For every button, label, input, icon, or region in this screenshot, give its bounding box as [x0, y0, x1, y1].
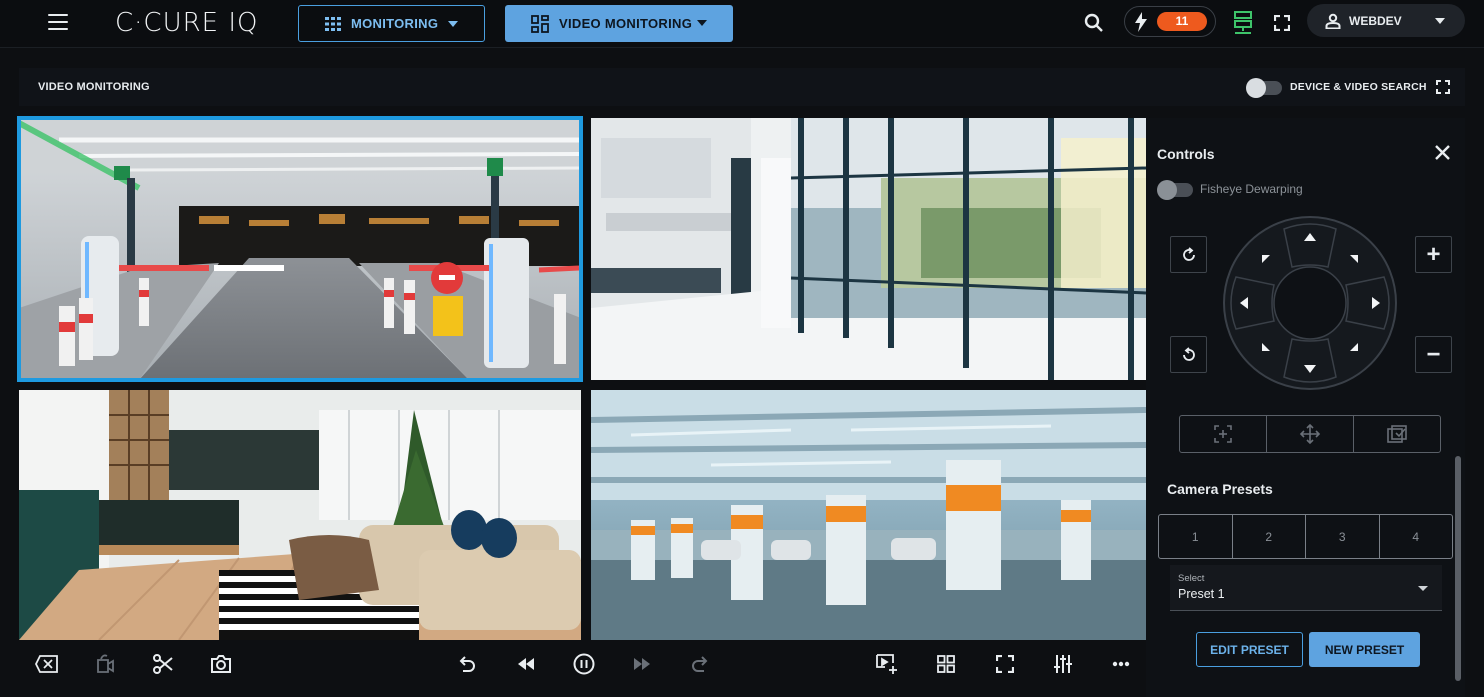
rotate-right-icon	[1182, 246, 1195, 261]
alerts-button[interactable]: 11	[1124, 6, 1216, 37]
preset-3-button[interactable]: 3	[1306, 515, 1380, 558]
move-icon	[1299, 423, 1321, 445]
expand-icon[interactable]	[1436, 80, 1450, 99]
menu-icon[interactable]	[48, 14, 68, 32]
chevron-down-icon	[448, 21, 458, 27]
controls-title: Controls	[1157, 146, 1215, 162]
fullscreen-icon[interactable]	[992, 652, 1018, 676]
move-button[interactable]	[1267, 416, 1354, 452]
playback-toolbar	[19, 643, 1146, 685]
video-tile-2[interactable]	[591, 118, 1146, 380]
top-bar: C·CURE IQ MONITORING VIDEO MONITORING 11…	[0, 0, 1484, 48]
preset-4-button[interactable]: 4	[1380, 515, 1453, 558]
set-home-icon	[1387, 425, 1407, 443]
rotate-left-icon	[1182, 346, 1195, 361]
search-icon[interactable]	[1084, 13, 1104, 38]
snapshot-icon[interactable]	[208, 652, 234, 676]
video-monitoring-label: VIDEO MONITORING	[559, 16, 693, 31]
edit-preset-button[interactable]: EDIT PRESET	[1196, 632, 1303, 667]
camera-presets-title: Camera Presets	[1167, 481, 1273, 497]
close-stream-icon[interactable]	[34, 652, 60, 676]
scissors-icon[interactable]	[150, 652, 176, 676]
add-view-icon[interactable]	[874, 652, 900, 676]
device-video-search-label: DEVICE & VIDEO SEARCH	[1290, 81, 1427, 93]
chevron-down-icon	[1418, 586, 1428, 591]
new-preset-button[interactable]: NEW PRESET	[1309, 632, 1420, 667]
preset-2-button[interactable]: 2	[1233, 515, 1306, 558]
rewind-icon[interactable]	[513, 652, 539, 676]
preset-select-value: Preset 1	[1178, 587, 1225, 601]
video-tile-1[interactable]	[17, 116, 583, 382]
zoom-out-button[interactable]: −	[1415, 336, 1452, 373]
scrollbar-thumb[interactable]	[1455, 456, 1461, 681]
lightning-icon	[1134, 12, 1148, 37]
preset-select-label: Select	[1178, 573, 1205, 584]
more-icon[interactable]	[1108, 652, 1134, 676]
video-monitoring-dropdown[interactable]: VIDEO MONITORING	[505, 5, 733, 42]
device-video-search-toggle[interactable]	[1246, 78, 1282, 98]
set-home-button[interactable]	[1354, 416, 1440, 452]
chevron-down-icon	[1435, 18, 1445, 24]
undo-icon[interactable]	[454, 652, 480, 676]
zoom-in-button[interactable]: +	[1415, 236, 1452, 273]
fullscreen-icon[interactable]	[1273, 14, 1291, 36]
ptz-mode-group	[1179, 415, 1441, 453]
grid-icon	[325, 16, 341, 31]
fast-forward-icon[interactable]	[629, 652, 655, 676]
page-header: VIDEO MONITORING DEVICE & VIDEO SEARCH	[19, 68, 1465, 106]
fisheye-dewarping-label: Fisheye Dewarping	[1200, 182, 1303, 196]
page-title: VIDEO MONITORING	[38, 81, 150, 93]
user-menu[interactable]: WEBDEV	[1307, 4, 1465, 37]
user-icon	[1325, 13, 1341, 29]
area-zoom-icon	[1214, 425, 1232, 443]
server-status-icon[interactable]	[1233, 11, 1253, 40]
plus-icon: +	[1426, 240, 1441, 268]
grid-layout-icon[interactable]	[933, 652, 959, 676]
fisheye-dewarping-toggle[interactable]	[1157, 180, 1193, 200]
redo-icon[interactable]	[687, 652, 713, 676]
ptz-directional-pad[interactable]	[1222, 215, 1398, 391]
user-name: WEBDEV	[1349, 13, 1402, 28]
sliders-icon[interactable]	[1050, 652, 1076, 676]
rotate-counterclockwise-button[interactable]	[1170, 336, 1207, 373]
close-icon[interactable]	[1435, 145, 1450, 165]
camera-off-icon[interactable]	[92, 652, 118, 676]
controls-panel: Controls Fisheye Dewarping + − Camera Pr…	[1146, 118, 1465, 697]
video-tile-4[interactable]	[591, 390, 1146, 640]
preset-1-button[interactable]: 1	[1159, 515, 1233, 558]
preset-select[interactable]: Select Preset 1	[1170, 565, 1442, 611]
pause-icon[interactable]	[571, 652, 597, 676]
monitoring-dropdown[interactable]: MONITORING	[298, 5, 485, 42]
app-logo: C·CURE IQ	[115, 8, 259, 38]
chevron-down-icon	[697, 20, 707, 26]
alert-count-badge: 11	[1157, 12, 1207, 31]
rotate-clockwise-button[interactable]	[1170, 236, 1207, 273]
preset-buttons: 1 2 3 4	[1158, 514, 1453, 559]
area-zoom-button[interactable]	[1180, 416, 1267, 452]
video-tile-3[interactable]	[19, 390, 581, 640]
minus-icon: −	[1426, 340, 1441, 368]
dashboard-icon	[531, 14, 549, 33]
monitoring-label: MONITORING	[351, 16, 439, 31]
